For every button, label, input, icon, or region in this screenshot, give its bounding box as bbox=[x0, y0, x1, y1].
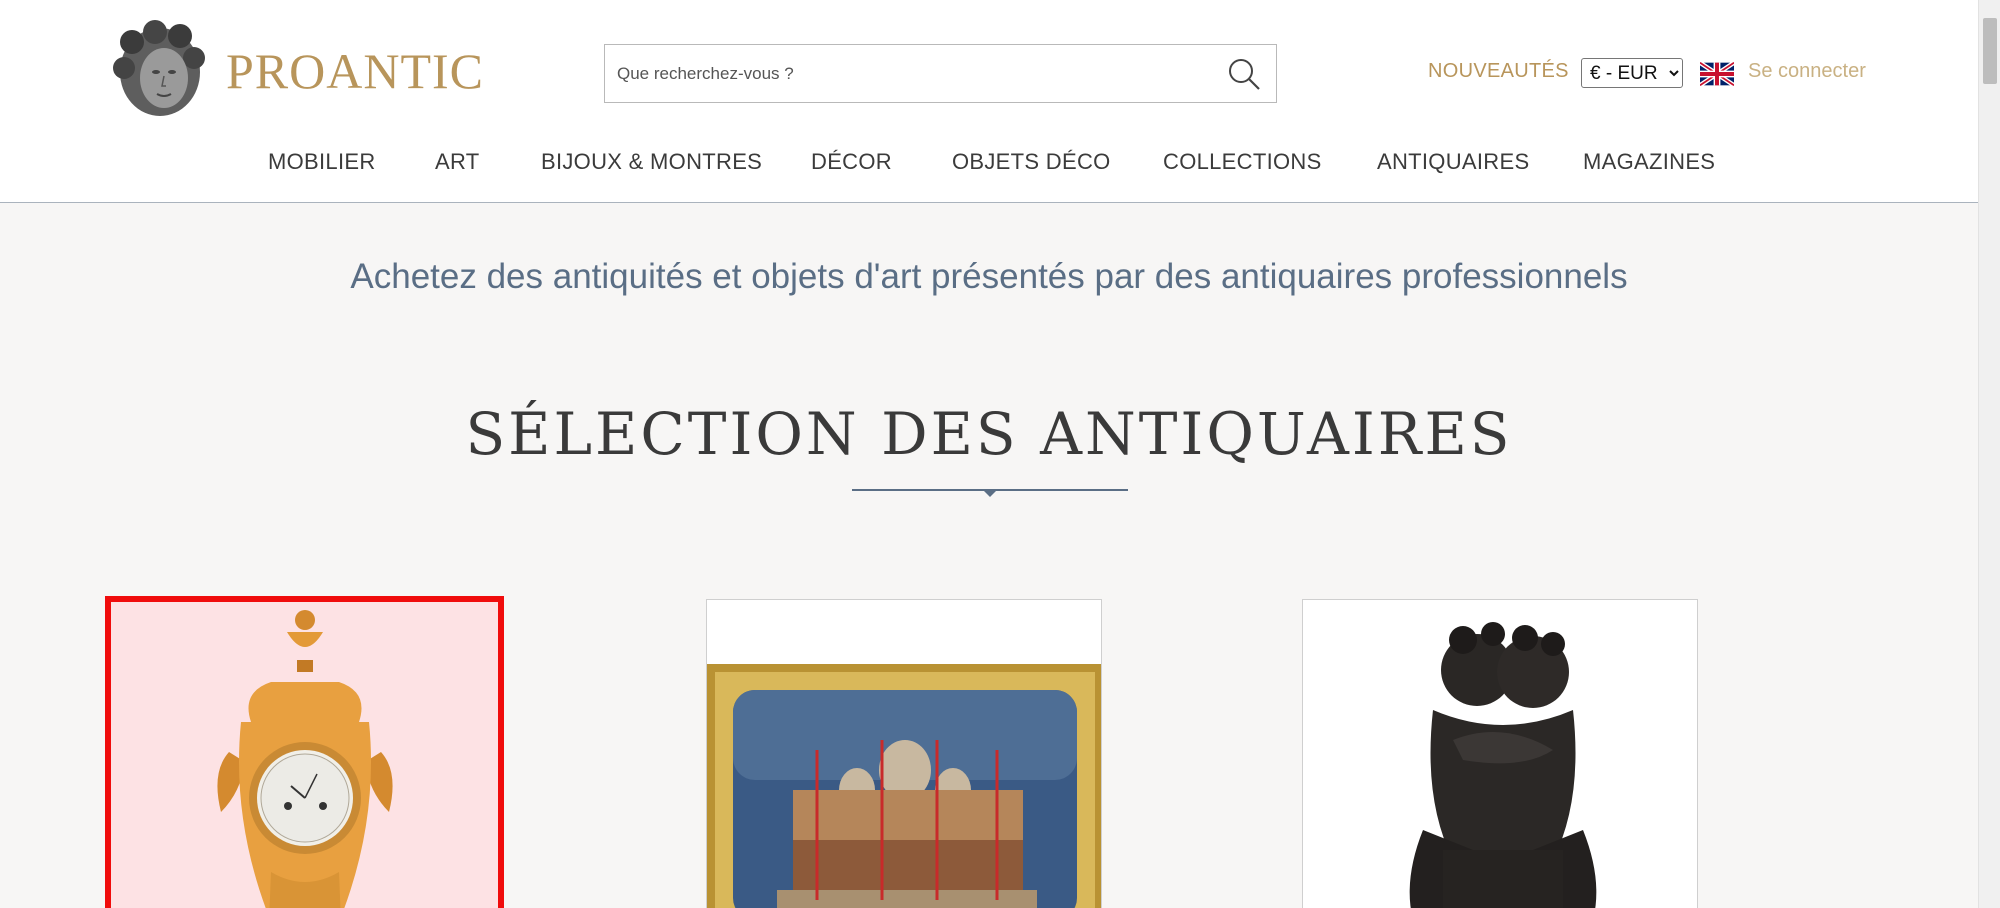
page-scrollbar[interactable] bbox=[1978, 0, 2000, 908]
search-icon[interactable] bbox=[1226, 56, 1262, 92]
brand-name: PROANTIC bbox=[226, 43, 485, 99]
search-bar bbox=[604, 44, 1277, 103]
new-arrivals-link[interactable]: NOUVEAUTÉS bbox=[1428, 60, 1569, 83]
uk-flag-icon[interactable] bbox=[1700, 62, 1734, 86]
nav-item-magazines[interactable]: MAGAZINES bbox=[1583, 149, 1715, 175]
scrollbar-thumb[interactable] bbox=[1983, 18, 1997, 84]
main-nav: MOBILIER ART BIJOUX & MONTRES DÉCOR OBJE… bbox=[0, 149, 1978, 179]
bronze-cherubs-image bbox=[1303, 600, 1697, 908]
nav-item-mobilier[interactable]: MOBILIER bbox=[268, 149, 376, 175]
login-link[interactable]: Se connecter bbox=[1748, 60, 1866, 83]
product-card-painting[interactable] bbox=[706, 599, 1102, 908]
product-card-clock[interactable] bbox=[105, 596, 504, 908]
cherub-head-logo-icon bbox=[113, 20, 205, 116]
mantel-clock-image bbox=[111, 602, 498, 908]
section-title: SÉLECTION DES ANTIQUAIRES bbox=[465, 400, 1513, 468]
product-card-sculpture[interactable] bbox=[1302, 599, 1698, 908]
nav-item-objets-deco[interactable]: OBJETS DÉCO bbox=[952, 149, 1111, 175]
nav-item-bijoux-montres[interactable]: BIJOUX & MONTRES bbox=[541, 149, 762, 175]
nav-item-antiquaires[interactable]: ANTIQUAIRES bbox=[1377, 149, 1529, 175]
venice-painting-image bbox=[707, 600, 1101, 908]
brand-logo[interactable]: PROANTIC bbox=[110, 20, 484, 122]
nav-item-decor[interactable]: DÉCOR bbox=[811, 149, 892, 175]
nav-item-art[interactable]: ART bbox=[435, 149, 480, 175]
site-header: PROANTIC NOUVEAUTÉS € - EUR Se connecter… bbox=[0, 0, 1978, 203]
title-divider-notch bbox=[982, 489, 998, 497]
nav-item-collections[interactable]: COLLECTIONS bbox=[1163, 149, 1322, 175]
search-input[interactable] bbox=[605, 45, 1205, 102]
tagline: Achetez des antiquités et objets d'art p… bbox=[350, 257, 1628, 296]
currency-select[interactable]: € - EUR bbox=[1581, 58, 1683, 88]
